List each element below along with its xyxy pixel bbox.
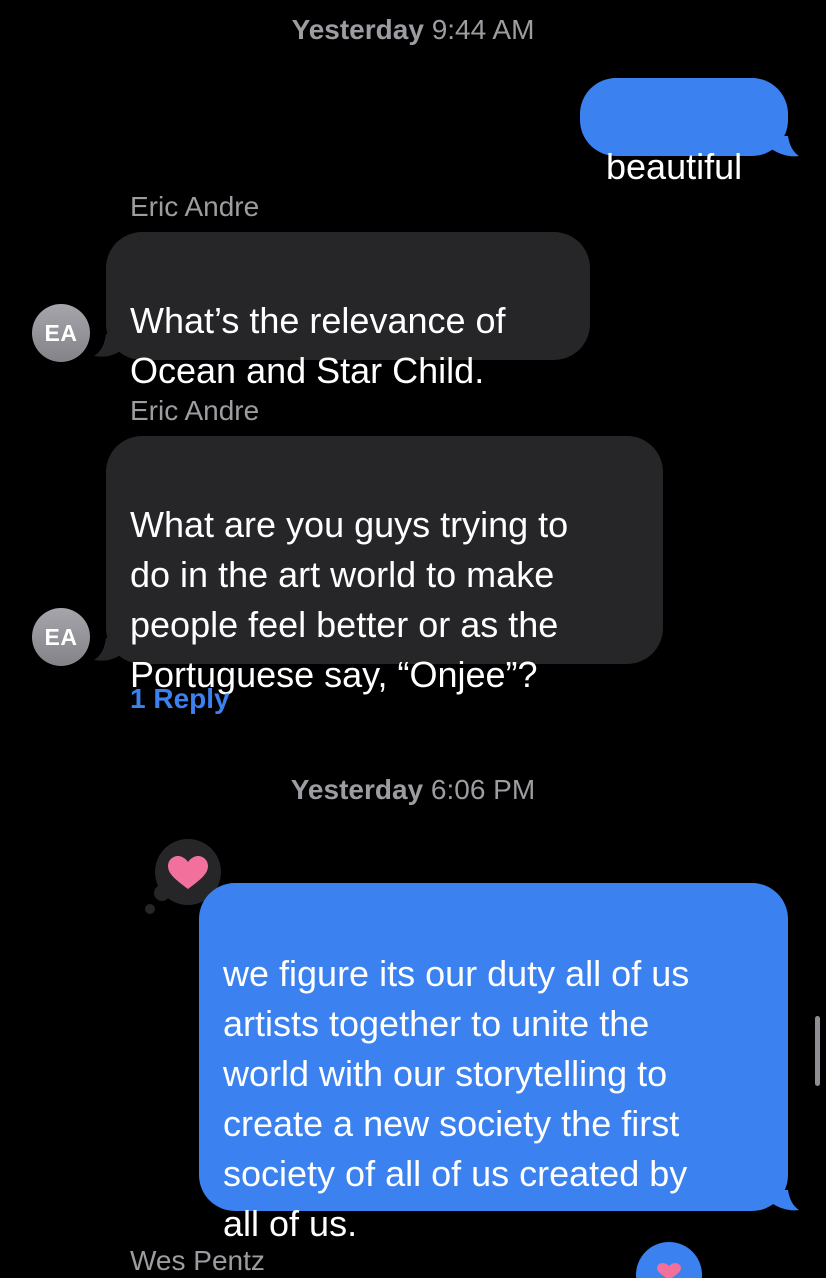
timestamp-time: 9:44 AM	[431, 14, 535, 45]
message-text: we figure its our duty all of us artists…	[223, 953, 690, 1244]
avatar-initials: EA	[44, 623, 78, 650]
avatar[interactable]: EA	[32, 304, 90, 362]
sender-name: Wes Pentz	[130, 1245, 265, 1276]
incoming-message-bubble[interactable]: What’s the relevance of Ocean and Star C…	[106, 232, 590, 391]
message-text: beautiful	[606, 146, 743, 187]
avatar[interactable]: EA	[32, 608, 90, 666]
message-text: What are you guys trying to do in the ar…	[130, 504, 569, 695]
reply-thread-link[interactable]: 1 Reply	[130, 685, 230, 713]
message-text: What’s the relevance of Ocean and Star C…	[130, 300, 506, 391]
avatar-initials: EA	[44, 319, 78, 346]
incoming-message-bubble[interactable]: What are you guys trying to do in the ar…	[106, 436, 663, 695]
sender-name: Eric Andre	[130, 191, 260, 222]
timestamp-divider: Yesterday 6:06 PM	[0, 776, 826, 804]
outgoing-message-bubble[interactable]: beautiful	[580, 78, 788, 187]
bubble-tail	[770, 136, 799, 157]
timestamp-day: Yesterday	[290, 774, 424, 805]
partial-tapback[interactable]	[636, 1242, 702, 1278]
timestamp-divider: Yesterday 9:44 AM	[0, 16, 826, 44]
outgoing-message-bubble[interactable]: we figure its our duty all of us artists…	[199, 883, 788, 1244]
scroll-indicator[interactable]	[815, 1016, 820, 1086]
sender-name: Eric Andre	[130, 395, 260, 426]
timestamp-day: Yesterday	[291, 14, 424, 45]
bubble-tail	[770, 1190, 799, 1211]
timestamp-time: 6:06 PM	[430, 774, 536, 805]
